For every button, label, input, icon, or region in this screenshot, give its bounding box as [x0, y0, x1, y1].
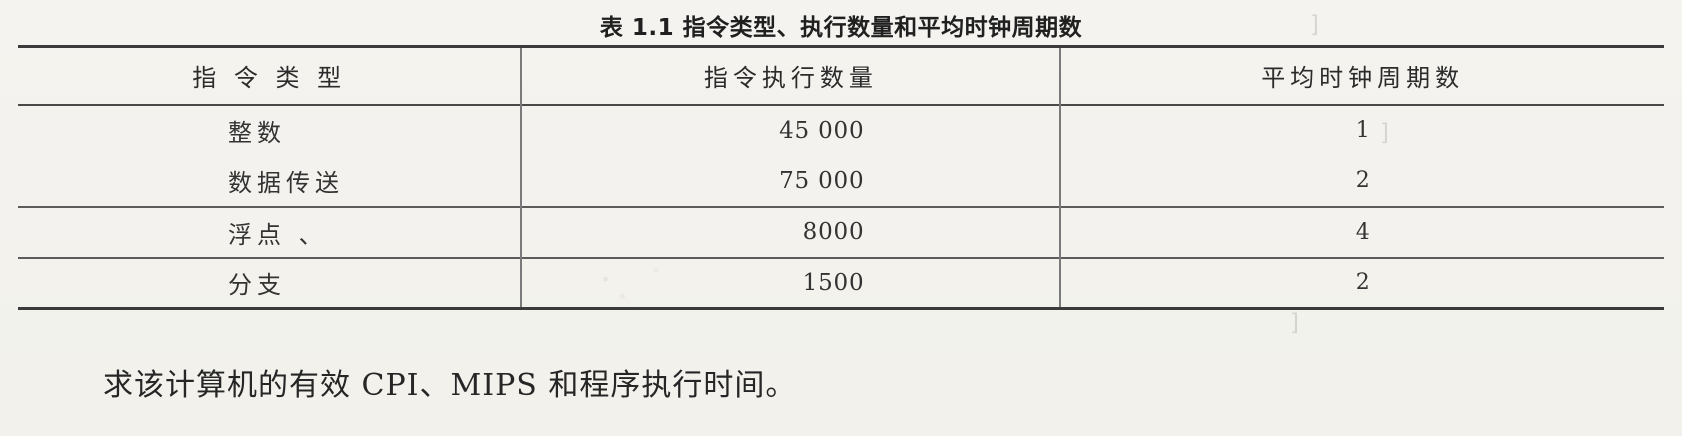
data-table-container: 指 令 类 型 指令执行数量 平均时钟周期数 整数 45 000 1 数据传送 …	[18, 45, 1664, 310]
instruction-type-cell: 浮点 、	[228, 220, 328, 249]
document-page: ] ] ] 表 1.1 指令类型、执行数量和平均时钟周期数 指 令 类 型 指令…	[0, 0, 1682, 436]
average-cycles-cell: 2	[1059, 155, 1664, 207]
header-average-clock-cycles: 平均时钟周期数	[1059, 46, 1664, 105]
header-instruction-type: 指 令 类 型	[192, 64, 347, 93]
instruction-count-cell: 45 000	[520, 104, 1061, 156]
header-instruction-count: 指令执行数量	[520, 46, 1061, 105]
bleed-through-text: ]	[1290, 310, 1299, 336]
average-cycles-cell: 1	[1059, 104, 1664, 156]
average-cycles-cell: 4	[1059, 206, 1664, 258]
table-row: 整数 45 000 1	[18, 104, 1664, 156]
question-text: 求该计算机的有效 CPI、MIPS 和程序执行时间。	[103, 368, 797, 403]
instruction-count-cell: 75 000	[520, 155, 1061, 207]
instruction-count-cell: 1500	[520, 257, 1061, 309]
table-row: 浮点 、 8000 4	[18, 206, 1664, 258]
instruction-type-cell: 数据传送	[228, 169, 344, 197]
instruction-type-cell: 分支	[228, 271, 286, 300]
table-header-row: 指 令 类 型 指令执行数量 平均时钟周期数	[18, 46, 1664, 105]
table-caption: 表 1.1 指令类型、执行数量和平均时钟周期数	[599, 15, 1083, 41]
average-cycles-cell: 2	[1059, 257, 1664, 309]
table-row: 数据传送 75 000 2	[18, 155, 1664, 207]
table-row: 分支 1500 2	[18, 257, 1664, 309]
instruction-type-cell: 整数	[228, 119, 286, 147]
instruction-count-cell: 8000	[520, 206, 1061, 258]
instruction-table: 指 令 类 型 指令执行数量 平均时钟周期数 整数 45 000 1 数据传送 …	[18, 45, 1664, 310]
